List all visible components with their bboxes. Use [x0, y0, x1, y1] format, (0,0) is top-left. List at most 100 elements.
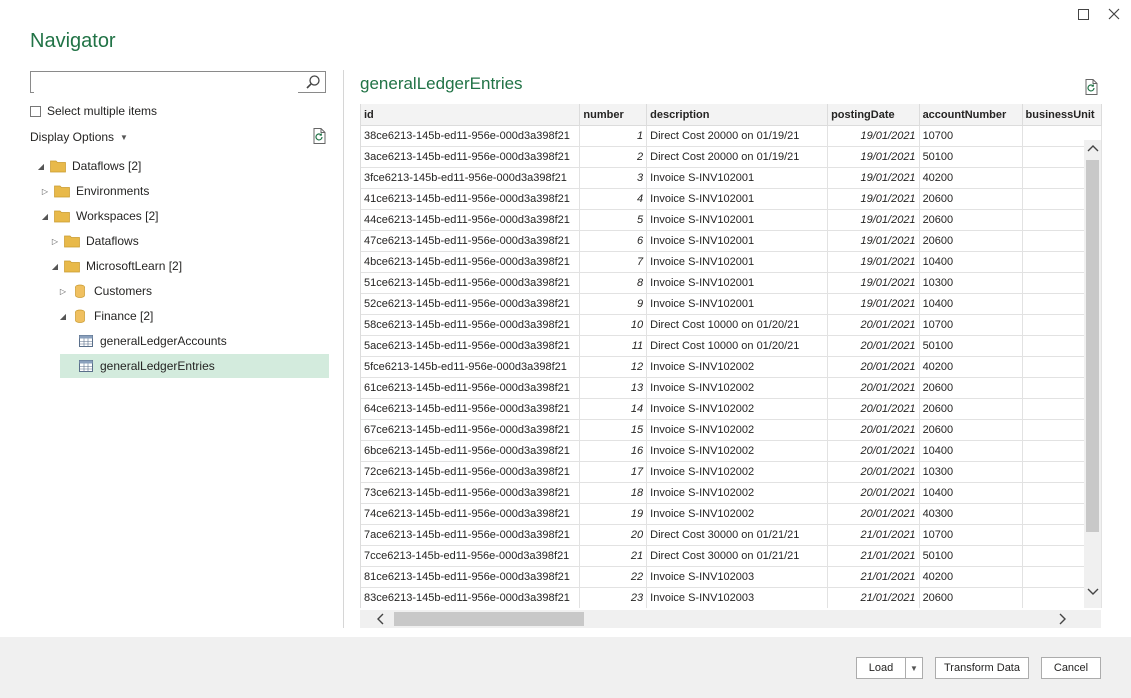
table-row: 73ce6213-145b-ed11-956e-000d3a398f21 18 In… [361, 482, 1102, 504]
table-cell: 50100 [919, 335, 1023, 357]
column-header[interactable]: businessUnit [1022, 104, 1102, 126]
table-cell: 19/01/2021 [827, 272, 920, 294]
table-row: 6bce6213-145b-ed11-956e-000d3a398f21 16 In… [361, 440, 1102, 462]
column-header[interactable]: accountNumber [919, 104, 1023, 126]
tree-item[interactable]: ◢ MicrosoftLearn [2] [50, 254, 182, 278]
horizontal-scrollbar[interactable] [360, 610, 1101, 628]
table-cell: 40200 [919, 167, 1023, 189]
table-cell: 20/01/2021 [827, 398, 920, 420]
load-dropdown-button[interactable]: ▼ [905, 657, 923, 679]
table-cell: 20/01/2021 [827, 440, 920, 462]
table-cell: Invoice S-INV102001 [646, 209, 829, 231]
search-icon[interactable] [305, 74, 321, 90]
vertical-scrollbar[interactable] [1084, 140, 1101, 608]
table-cell: 10400 [919, 251, 1023, 273]
table-row: 5fce6213-145b-ed11-956e-000d3a398f21 12 In… [361, 356, 1102, 378]
table-cell: 21/01/2021 [827, 587, 920, 608]
close-button[interactable] [1104, 4, 1124, 24]
search-input[interactable] [30, 71, 326, 93]
search-field[interactable] [34, 73, 298, 93]
collapsed-icon[interactable]: ▷ [58, 287, 68, 296]
tree-item-label: Environments [76, 184, 150, 198]
table-row: 81ce6213-145b-ed11-956e-000d3a398f21 22 In… [361, 566, 1102, 588]
table-cell: 20600 [919, 587, 1023, 608]
table-cell: 74ce6213-145b-ed11-956e-000d3a398f21 [361, 503, 581, 525]
scroll-right-icon[interactable] [1053, 610, 1073, 628]
expanded-icon[interactable]: ◢ [36, 162, 46, 171]
tree-item-label: Finance [2] [94, 309, 154, 323]
table-cell: 19/01/2021 [827, 125, 920, 147]
tree-item-label: Dataflows [2] [72, 159, 142, 173]
table-cell: Invoice S-INV102001 [646, 251, 829, 273]
display-options-label: Display Options [30, 130, 115, 144]
table-row: 38ce6213-145b-ed11-956e-000d3a398f21 1 Dir… [361, 125, 1102, 147]
tree-item[interactable]: ▷ Dataflows [50, 229, 139, 253]
table-row: 3ace6213-145b-ed11-956e-000d3a398f21 2 Dir… [361, 146, 1102, 168]
expanded-icon[interactable]: ◢ [58, 312, 68, 321]
folder-icon [54, 185, 70, 198]
select-multiple-label: Select multiple items [47, 104, 158, 118]
table-cell: Direct Cost 30000 on 01/21/21 [646, 545, 829, 567]
table-cell: Invoice S-INV102002 [646, 482, 829, 504]
table-cell: 19 [579, 503, 648, 525]
table-cell: 10400 [919, 482, 1023, 504]
cancel-button[interactable]: Cancel [1041, 657, 1101, 679]
data-preview-grid[interactable]: id number description postingDate accountNum… [360, 104, 1102, 608]
table-cell: 72ce6213-145b-ed11-956e-000d3a398f21 [361, 461, 581, 483]
table-cell: 10400 [919, 440, 1023, 462]
table-cell: 40200 [919, 356, 1023, 378]
select-multiple-checkbox[interactable] [30, 105, 41, 117]
maximize-button[interactable] [1073, 4, 1093, 24]
table-row: 7cce6213-145b-ed11-956e-000d3a398f21 21 Di… [361, 545, 1102, 567]
transform-data-label: Transform Data [943, 662, 1020, 674]
refresh-preview-icon[interactable] [1083, 78, 1101, 96]
window-title: Navigator [30, 30, 116, 52]
table-cell: 4bce6213-145b-ed11-956e-000d3a398f21 [361, 251, 581, 273]
table-cell: 20/01/2021 [827, 335, 920, 357]
table-cell: 20600 [919, 188, 1023, 210]
column-header[interactable]: postingDate [827, 104, 920, 126]
tree-item[interactable]: ◢ Dataflows [2] [36, 154, 141, 178]
select-multiple-option[interactable]: Select multiple items [30, 104, 157, 118]
tree-item[interactable]: ▷ Customers [58, 279, 152, 303]
table-cell: 10 [579, 314, 648, 336]
table-cell: 41ce6213-145b-ed11-956e-000d3a398f21 [361, 188, 581, 210]
column-header[interactable]: description [646, 104, 829, 126]
column-header[interactable]: id [361, 104, 581, 126]
refresh-icon[interactable] [311, 127, 329, 145]
vertical-scroll-thumb[interactable] [1086, 160, 1099, 532]
scroll-up-icon[interactable] [1084, 140, 1101, 156]
table-cell: 16 [579, 440, 648, 462]
table-row: 3fce6213-145b-ed11-956e-000d3a398f21 3 Inv… [361, 167, 1102, 189]
display-options-dropdown[interactable]: Display Options ▼ [30, 130, 128, 144]
tree-item[interactable]: ▷ Environments [40, 179, 149, 203]
transform-data-button[interactable]: Transform Data [935, 657, 1029, 679]
tree-item[interactable]: ◢ Finance [2] [58, 304, 153, 328]
table-cell: 50100 [919, 545, 1023, 567]
table-cell: Invoice S-INV102002 [646, 419, 829, 441]
horizontal-scroll-thumb[interactable] [394, 612, 584, 626]
tree-item[interactable]: ◢ Workspaces [2] [40, 204, 159, 228]
tree-item-label: generalLedgerEntries [100, 359, 215, 373]
table-row: 41ce6213-145b-ed11-956e-000d3a398f21 4 Inv… [361, 188, 1102, 210]
table-cell: 10300 [919, 272, 1023, 294]
table-cell: 15 [579, 419, 648, 441]
load-button[interactable]: Load [856, 657, 906, 679]
scroll-left-icon[interactable] [370, 610, 390, 628]
expanded-icon[interactable]: ◢ [40, 212, 50, 221]
collapsed-icon[interactable]: ▷ [40, 187, 50, 196]
maximize-icon [1077, 8, 1089, 20]
scroll-down-icon[interactable] [1084, 584, 1101, 600]
table-cell: 3ace6213-145b-ed11-956e-000d3a398f21 [361, 146, 581, 168]
column-header[interactable]: number [579, 104, 648, 126]
tree-item-label: Workspaces [2] [76, 209, 159, 223]
table-row: 44ce6213-145b-ed11-956e-000d3a398f21 5 Inv… [361, 209, 1102, 231]
table-cell: 1 [579, 125, 648, 147]
tree-item[interactable]: generalLedgerAccounts [60, 329, 227, 353]
table-cell: 3 [579, 167, 648, 189]
tree-item[interactable]: generalLedgerEntries [60, 354, 329, 378]
table-cell: 20600 [919, 419, 1023, 441]
expanded-icon[interactable]: ◢ [50, 262, 60, 271]
table-cell: Direct Cost 10000 on 01/20/21 [646, 314, 829, 336]
collapsed-icon[interactable]: ▷ [50, 237, 60, 246]
